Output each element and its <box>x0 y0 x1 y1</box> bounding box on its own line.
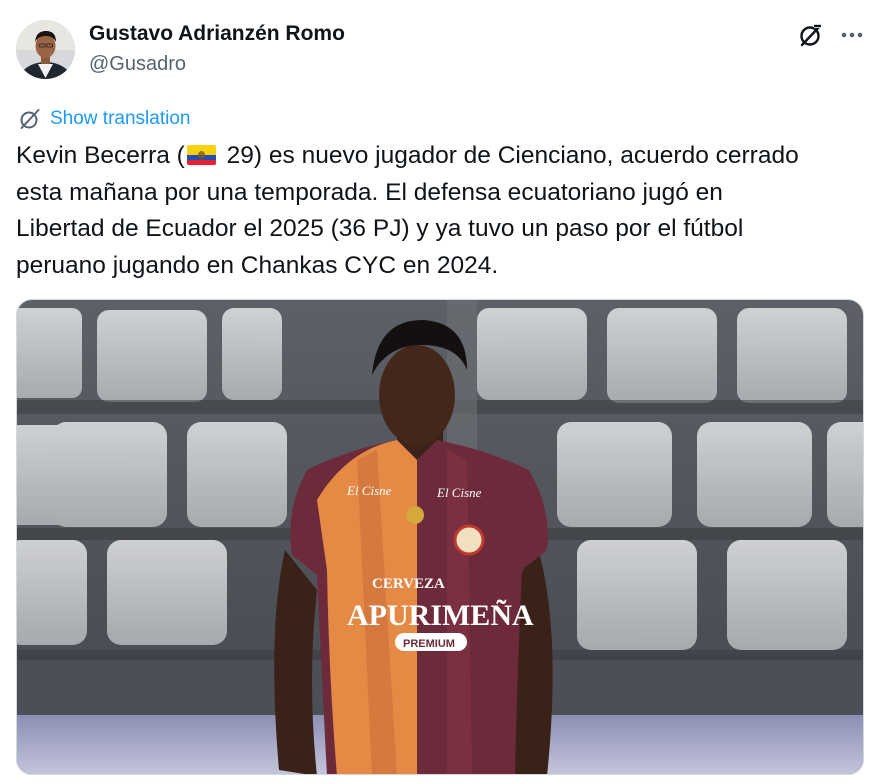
svg-text:PREMIUM: PREMIUM <box>403 638 455 650</box>
tweet-text-segment: 29) es nuevo jugador de Cienciano, acuer… <box>219 142 799 169</box>
tweet-text-line-3: Libertad de Ecuador el 2025 (36 PJ) y ya… <box>16 215 744 242</box>
ecuador-flag-icon <box>186 145 216 165</box>
svg-text:CERVEZA: CERVEZA <box>372 576 445 592</box>
show-translation-label: Show translation <box>50 108 191 129</box>
more-dots-icon[interactable] <box>838 21 866 49</box>
svg-text:El Cisne: El Cisne <box>436 485 482 500</box>
tweet-card: Gustavo Adrianzén Romo @Gusadro Show tra… <box>0 0 891 784</box>
tweet-text: Kevin Becerra ( 29) es nuevo jugador de … <box>16 138 876 284</box>
tweet-text-line-4: peruano jugando en Chankas CYC en 2024. <box>16 251 499 279</box>
tweet-text-segment: Kevin Becerra ( <box>16 142 185 169</box>
profile-photo-icon <box>16 20 75 79</box>
author-display-name[interactable]: Gustavo Adrianzén Romo <box>89 22 345 46</box>
svg-text:El Cisne: El Cisne <box>346 483 392 498</box>
svg-text:APURIMEÑA: APURIMEÑA <box>347 599 534 632</box>
author-handle[interactable]: @Gusadro <box>89 53 186 76</box>
tweet-text-line-2: esta mañana por una temporada. El defens… <box>16 178 723 206</box>
tweet-media-photo[interactable]: CERVEZA APURIMEÑA PREMIUM El Cisne El Ci… <box>16 299 864 775</box>
translate-icon <box>20 109 40 129</box>
avatar[interactable] <box>16 20 75 79</box>
football-player-photo-icon: CERVEZA APURIMEÑA PREMIUM El Cisne El Ci… <box>17 300 863 774</box>
tweet-text-line-1: Kevin Becerra ( 29) es nuevo jugador de … <box>16 138 876 175</box>
show-translation-link[interactable]: Show translation <box>18 107 190 131</box>
grok-icon[interactable] <box>797 21 825 49</box>
